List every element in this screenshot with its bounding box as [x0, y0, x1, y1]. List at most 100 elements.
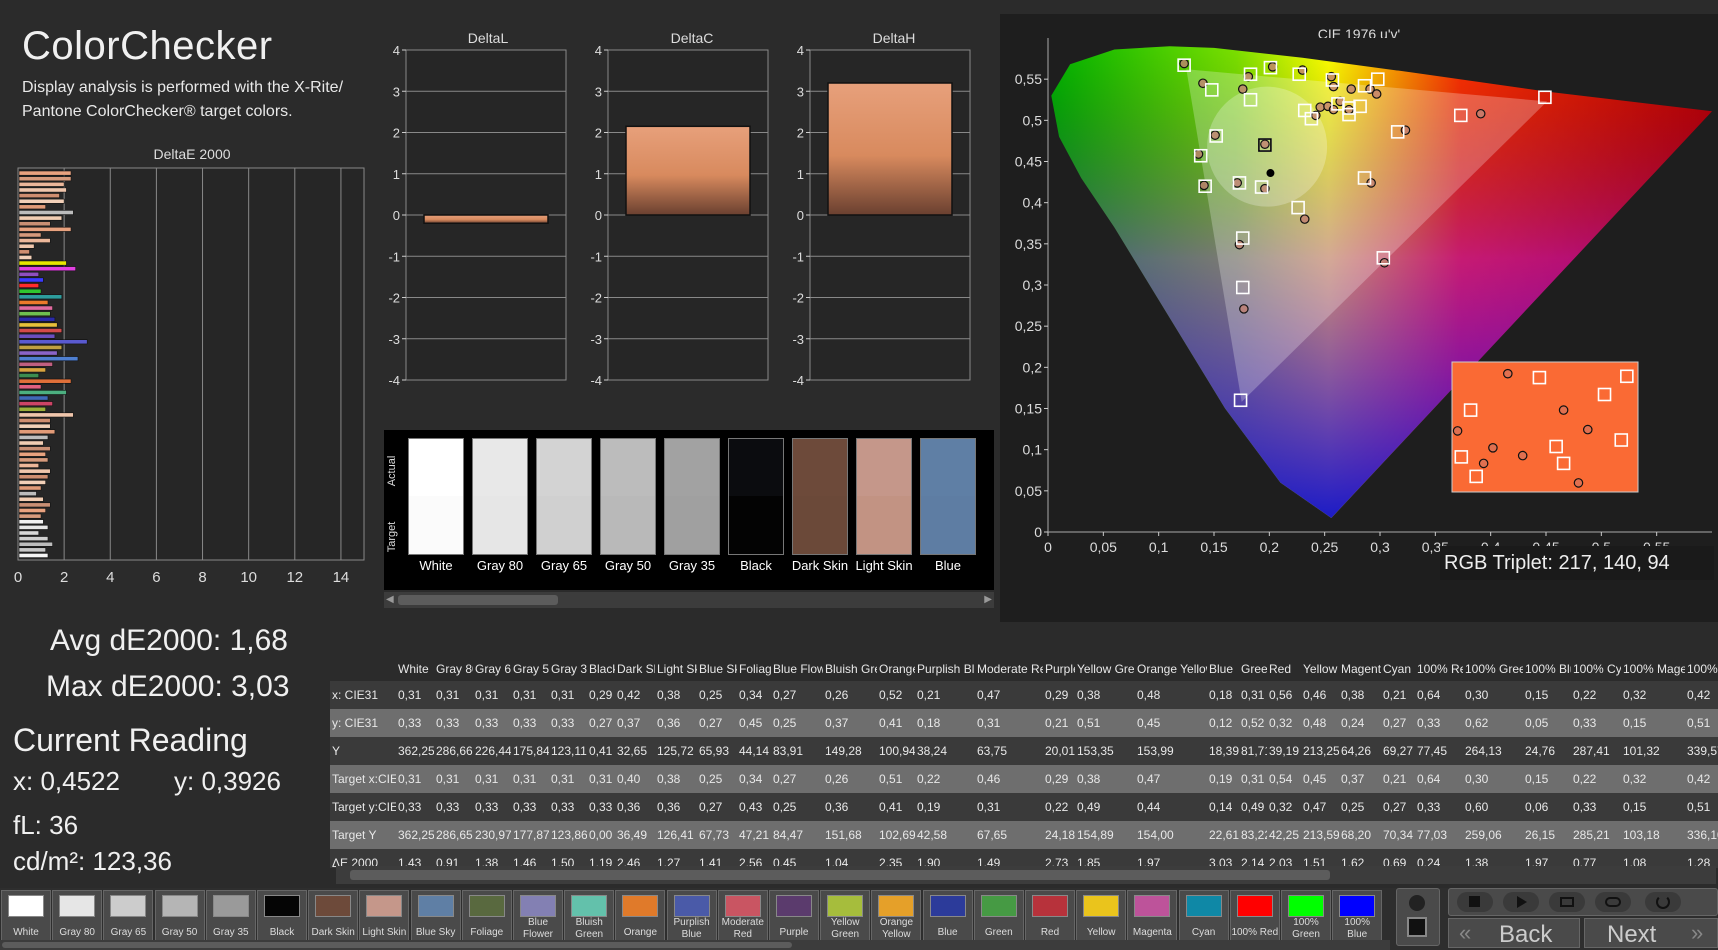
stop-icon[interactable] [1457, 892, 1493, 912]
deltae-x-tick: 14 [333, 569, 350, 586]
table-cell: 0,40 [617, 772, 641, 786]
deltae-bar [18, 541, 53, 547]
deltae-x-tick: 4 [106, 569, 114, 586]
patch-swatch [264, 895, 300, 917]
deltae-bar [18, 474, 49, 480]
current-cdm2: cd/m²: 123,36 [13, 846, 172, 876]
target-swatch [792, 496, 848, 555]
deltae-bar [18, 271, 40, 277]
deltae-bar [18, 294, 63, 300]
table-scrollbar-thumb[interactable] [350, 870, 1330, 880]
table-cell: 0,26 [825, 688, 849, 702]
deltae-bar [18, 384, 42, 390]
deltae-bar [18, 513, 42, 519]
deltae-x-tick: 0 [14, 569, 22, 586]
patch-swatch [1339, 895, 1376, 917]
patch-bar-scrollbar-thumb[interactable] [2, 942, 792, 948]
table-cell: 264,13 [1465, 744, 1502, 758]
table-cell: 39,19 [1269, 744, 1300, 758]
patch-bar-scrollbar[interactable] [0, 940, 1390, 950]
scrollbar-thumb[interactable] [398, 595, 558, 605]
column-header: Magenta [1341, 662, 1381, 676]
measured-point [1179, 58, 1189, 69]
deltae-bar [18, 373, 40, 378]
inset-measured-point [1502, 368, 1513, 379]
table-cell: 0,37 [825, 716, 849, 730]
stop-button[interactable] [1396, 888, 1440, 946]
column-header: Green [1241, 662, 1267, 676]
column-header: Moderate Red [977, 662, 1043, 676]
cie-y-tick: 0,2 [1023, 359, 1043, 375]
table-cell: 0,33 [513, 716, 537, 730]
step-icon[interactable] [1549, 892, 1585, 912]
measured-point [1232, 178, 1243, 188]
play-icon[interactable] [1503, 892, 1539, 912]
refresh-icon[interactable] [1645, 892, 1681, 912]
patch-swatch [161, 895, 198, 917]
table-cell: 0,38 [1077, 688, 1101, 702]
table-cell: 0,45 [739, 716, 763, 730]
deltac-y-tick: 1 [595, 167, 602, 182]
column-header: 100% Green [1465, 662, 1523, 676]
table-cell: 0,22 [917, 772, 941, 786]
scroll-right-icon[interactable]: ▶ [984, 594, 992, 605]
table-cell: 65,93 [699, 744, 730, 758]
table-cell: 0,33 [551, 716, 575, 730]
actual-swatch [856, 438, 912, 498]
swatch-label: White [419, 558, 453, 573]
table-cell: 0,25 [699, 772, 723, 786]
deltac-y-tick: 2 [595, 126, 602, 141]
table-cell: 0,31 [977, 800, 1001, 814]
column-header: Purplish Blue [917, 662, 975, 676]
table-cell: 0,44 [1137, 800, 1161, 814]
table-cell: 0,31 [1241, 772, 1265, 786]
measured-point [1199, 180, 1209, 191]
table-cell: 0,36 [617, 800, 641, 814]
deltae-x-tick: 2 [60, 569, 68, 586]
table-cell: 67,73 [699, 828, 730, 842]
swatch-pair: Blue [920, 430, 980, 590]
swatch-strip-scrollbar[interactable]: ◀ ▶ [384, 592, 994, 608]
patch-swatch [1288, 895, 1324, 917]
patch-label: Foliage [470, 927, 504, 938]
table-cell: 0,33 [398, 800, 422, 814]
next-button[interactable]: Next » [1584, 918, 1718, 948]
deltal-y-tick: 2 [393, 126, 400, 141]
column-header: Red [1269, 662, 1292, 676]
table-cell: 0,42 [617, 688, 641, 702]
table-cell: 0,27 [589, 716, 613, 730]
inset-measured-point [1452, 426, 1463, 436]
table-cell: 287,41 [1573, 744, 1610, 758]
deltal-y-tick: 3 [393, 84, 400, 99]
table-cell: 0,22 [1045, 800, 1069, 814]
deltae-bar [18, 502, 51, 508]
rgb-triplet-readout: RGB Triplet: 217, 140, 94 [1440, 546, 1714, 580]
table-cell: 0,30 [1465, 772, 1489, 786]
back-button[interactable]: « Back [1448, 918, 1580, 948]
deltae-bar [18, 316, 56, 322]
patch-swatch [1083, 895, 1120, 917]
table-cell: 0,32 [1269, 716, 1293, 730]
deltae-plot-area [17, 167, 365, 561]
table-scrollbar[interactable] [336, 866, 1716, 884]
page-subtitle: Display analysis is performed with the X… [22, 79, 344, 120]
deltae-bar [18, 429, 56, 435]
swatch-label: Gray 80 [476, 558, 524, 573]
table-cell: 286,65 [436, 828, 473, 842]
table-cell: 0,33 [398, 716, 422, 730]
patch-swatch [212, 895, 249, 917]
table-cell: 44,14 [739, 744, 770, 758]
scroll-left-icon[interactable]: ◀ [386, 594, 394, 605]
cie-y-tick: 0 [1034, 524, 1042, 540]
table-cell: 213,25 [1303, 744, 1339, 758]
table-row: Y 362,25 286,66 226,44 175,84 123,11 0,41 32,65… [330, 737, 1718, 765]
patch-label: Gray 80 [59, 927, 95, 938]
patch-swatch [827, 895, 864, 917]
table-cell: 0,62 [1465, 716, 1489, 730]
table-cell: 0,34 [739, 688, 763, 702]
table-cell: 123,11 [551, 744, 587, 758]
loop-icon[interactable] [1595, 892, 1631, 912]
deltae-bar [18, 204, 46, 210]
inset-measured-point [1488, 442, 1498, 453]
column-header: Blue Flower [773, 662, 823, 676]
